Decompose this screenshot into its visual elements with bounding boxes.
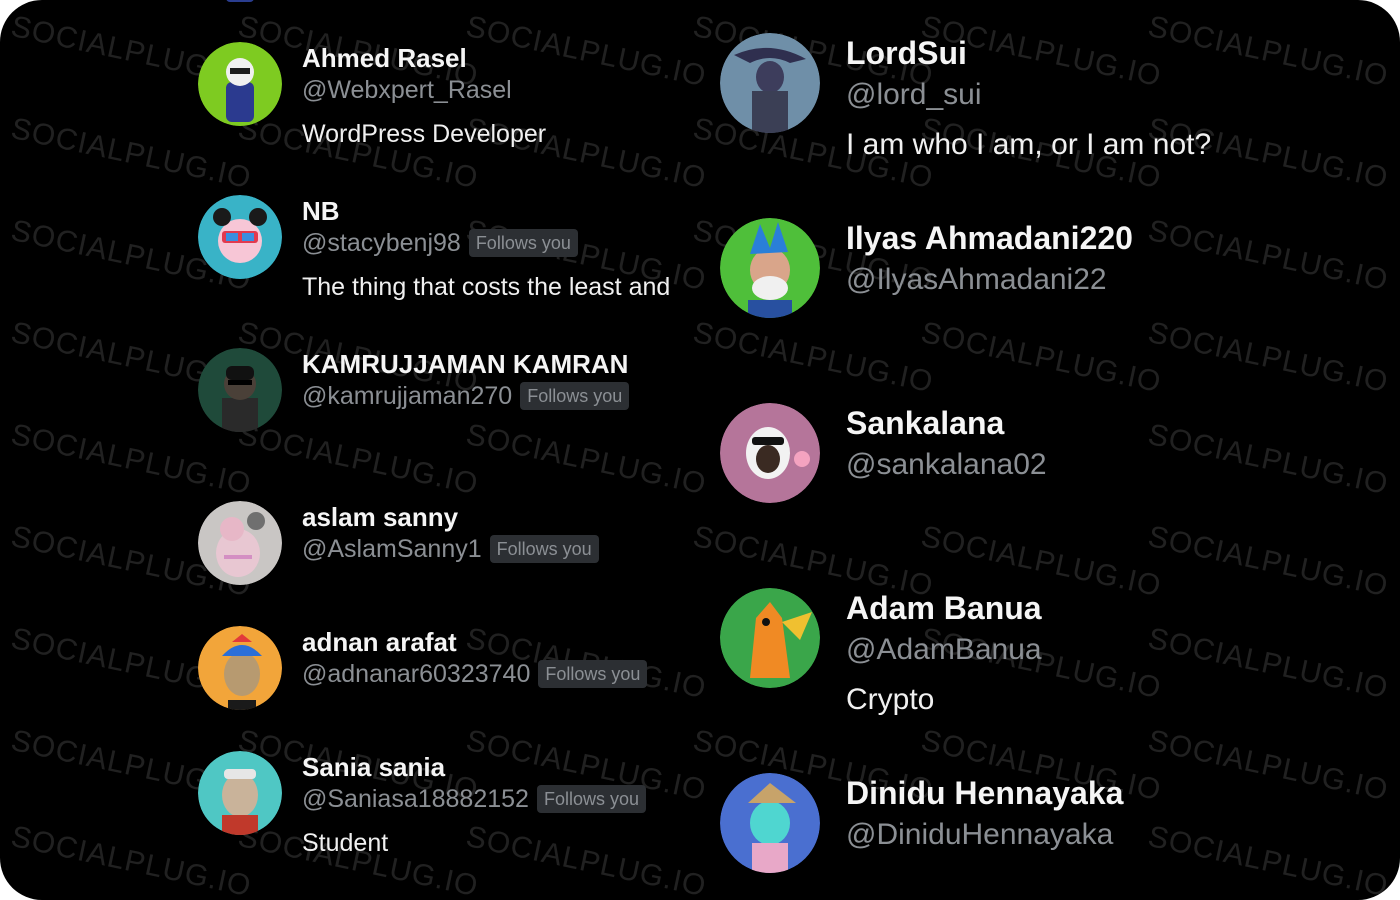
watermark: SOCIALPLUG.IO [690,316,937,400]
bio: I am who I am, or I am not? [846,128,1212,161]
display-name[interactable]: Sankalana [846,403,1047,443]
avatar[interactable] [720,218,820,318]
watermark: SOCIALPLUG.IO [1145,820,1392,900]
avatar[interactable] [720,33,820,133]
username: @lord_sui [846,78,982,111]
watermark: SOCIALPLUG.IO [1145,214,1392,298]
display-name[interactable]: Ilyas Ahmadani220 [846,218,1133,258]
user-card[interactable]: adnan arafat @adnanar60323740 Follows yo… [198,626,648,710]
avatar[interactable] [198,195,282,279]
avatar[interactable] [198,42,282,126]
user-card[interactable]: Ilyas Ahmadani220 @IlyasAhmadani22 [720,218,1133,318]
follows-you-badge: Follows you [489,535,599,563]
user-card[interactable]: Dinidu Hennayaka @DiniduHennayaka [720,773,1123,873]
avatar[interactable] [198,751,282,835]
username: @IlyasAhmadani22 [846,263,1107,296]
username: @kamrujjaman270 [302,382,513,410]
user-card[interactable]: LordSui @lord_sui I am who I am, or I am… [720,33,1211,165]
display-name[interactable]: KAMRUJJAMAN KAMRAN [302,348,629,380]
followers-panel: SOCIALPLUG.IO SOCIALPLUG.IO SOCIALPLUG.I… [0,0,1400,900]
username: @DiniduHennayaka [846,818,1114,851]
bio: The thing that costs the least and [302,273,671,301]
follows-you-badge: Follows you [468,229,578,257]
display-name[interactable]: Dinidu Hennayaka [846,773,1123,813]
username: @AslamSanny1 [302,535,482,563]
bio: Crypto [846,683,935,716]
user-card[interactable]: aslam sanny @AslamSanny1 Follows you [198,501,599,585]
watermark: SOCIALPLUG.IO [1145,316,1392,400]
avatar[interactable] [198,501,282,585]
watermark: SOCIALPLUG.IO [1145,520,1392,604]
username: @Webxpert_Rasel [302,76,512,104]
display-name[interactable]: LordSui [846,33,1211,73]
username: @AdamBanua [846,633,1042,666]
username: @sankalana02 [846,448,1047,481]
watermark: SOCIALPLUG.IO [1145,418,1392,502]
avatar[interactable] [720,403,820,503]
bio: Student [302,829,389,857]
user-card[interactable]: NB @stacybenj98 Follows you The thing th… [198,195,670,303]
avatar[interactable] [198,348,282,432]
watermark: SOCIALPLUG.IO [918,316,1165,400]
display-name[interactable]: aslam sanny [302,501,599,533]
username: @Saniasa18882152 [302,785,529,813]
display-name[interactable]: Ahmed Rasel [302,42,546,74]
user-card[interactable]: Adam Banua @AdamBanua Crypto [720,588,1042,720]
scroll-indicator [226,0,254,2]
display-name[interactable]: NB [302,195,670,227]
follows-you-badge: Follows you [536,785,646,813]
display-name[interactable]: adnan arafat [302,626,647,658]
avatar[interactable] [720,773,820,873]
user-card[interactable]: KAMRUJJAMAN KAMRAN @kamrujjaman270 Follo… [198,348,630,432]
follows-you-badge: Follows you [538,660,648,688]
username: @adnanar60323740 [302,660,531,688]
user-card[interactable]: Ahmed Rasel @Webxpert_Rasel WordPress De… [198,42,546,150]
watermark: SOCIALPLUG.IO [1145,622,1392,706]
user-card[interactable]: Sania sania @Saniasa18882152 Follows you… [198,751,646,859]
follows-you-badge: Follows you [520,382,630,410]
avatar[interactable] [198,626,282,710]
avatar[interactable] [720,588,820,688]
display-name[interactable]: Adam Banua [846,588,1042,628]
display-name[interactable]: Sania sania [302,751,646,783]
bio: WordPress Developer [302,120,547,148]
username: @stacybenj98 [302,229,461,257]
watermark: SOCIALPLUG.IO [1145,724,1392,808]
user-card[interactable]: Sankalana @sankalana02 [720,403,1047,503]
